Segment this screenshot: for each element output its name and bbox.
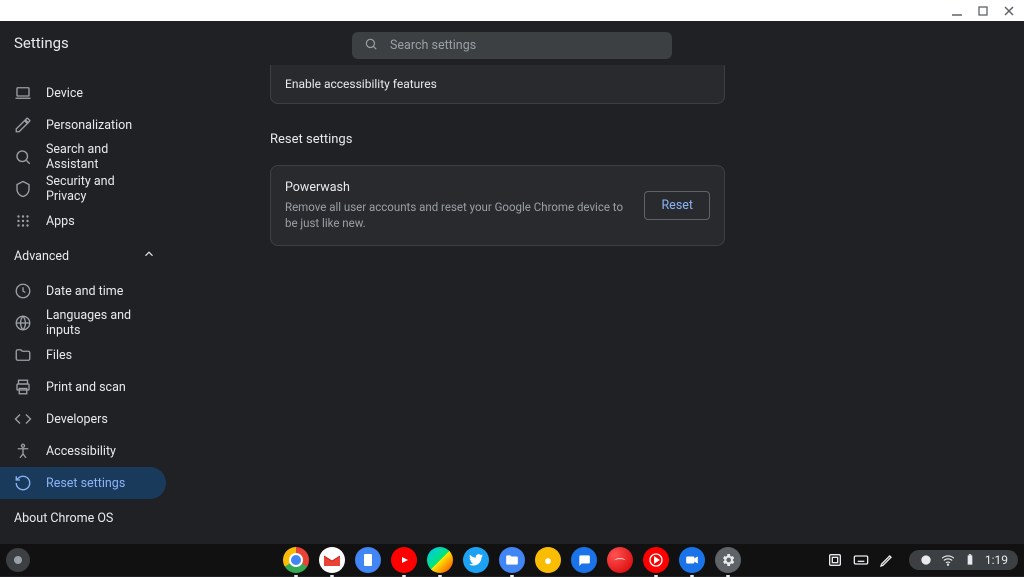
launcher-dot-icon	[14, 556, 22, 564]
sidebar-item-label: Personalization	[46, 118, 132, 133]
sidebar-item-label: Search and Assistant	[46, 142, 152, 172]
sidebar-item-label: Apps	[46, 214, 75, 229]
shelf: 1:19	[0, 544, 1024, 576]
wifi-icon	[941, 553, 955, 567]
sidebar-item-label: Files	[46, 348, 72, 363]
sidebar-item-label: Accessibility	[46, 444, 116, 459]
clock-icon	[14, 282, 32, 300]
sidebar-about-chrome-os[interactable]: About Chrome OS	[0, 499, 170, 538]
accessibility-features-row[interactable]: Enable accessibility features	[270, 65, 725, 104]
battery-icon	[963, 553, 977, 567]
accessibility-row-label: Enable accessibility features	[285, 77, 437, 91]
sidebar-section-label: Advanced	[14, 249, 69, 264]
sidebar-item-label: Date and time	[46, 284, 123, 299]
sidebar-item-security-privacy[interactable]: Security and Privacy	[0, 173, 166, 205]
powerwash-card: Powerwash Remove all user accounts and r…	[270, 165, 725, 246]
notification-icon	[919, 553, 933, 567]
window-close-button[interactable]	[1002, 4, 1016, 18]
sidebar-item-languages[interactable]: Languages and inputs	[0, 307, 166, 339]
search-icon	[364, 36, 378, 55]
powerwash-description: Remove all user accounts and reset your …	[285, 199, 624, 231]
sidebar-item-label: Device	[46, 86, 83, 101]
settings-content: Enable accessibility features Reset sett…	[170, 65, 1024, 544]
sidebar-item-device[interactable]: Device	[0, 77, 166, 109]
window-titlebar	[0, 0, 1024, 21]
app-duo[interactable]	[679, 547, 705, 573]
accessibility-icon	[14, 442, 32, 460]
powerwash-title: Powerwash	[285, 180, 624, 195]
chevron-up-icon	[142, 247, 156, 265]
settings-sidebar: Device Personalization Search and Assist…	[0, 65, 170, 544]
pencil-icon	[14, 116, 32, 134]
clock-text: 1:19	[985, 553, 1008, 567]
page-title: Settings	[14, 34, 69, 52]
code-icon	[14, 410, 32, 428]
shelf-apps	[283, 547, 741, 573]
sidebar-item-label: Languages and inputs	[46, 308, 152, 338]
app-docs[interactable]	[355, 547, 381, 573]
app-settings[interactable]	[715, 547, 741, 573]
reset-button[interactable]: Reset	[644, 191, 710, 220]
globe-icon	[14, 314, 32, 332]
reset-icon	[14, 474, 32, 492]
keyboard-icon[interactable]	[853, 552, 869, 568]
app-youtube[interactable]	[391, 547, 417, 573]
sidebar-item-print-scan[interactable]: Print and scan	[0, 371, 166, 403]
app-messages[interactable]	[571, 547, 597, 573]
app-youtube-music[interactable]	[643, 547, 669, 573]
app-camera[interactable]	[535, 547, 561, 573]
app-chrome[interactable]	[283, 547, 309, 573]
sidebar-item-search-assistant[interactable]: Search and Assistant	[0, 141, 166, 173]
sidebar-item-label: Developers	[46, 412, 108, 427]
section-title-reset: Reset settings	[270, 132, 1004, 147]
system-tray[interactable]: 1:19	[821, 550, 1018, 570]
screenshot-icon[interactable]	[827, 552, 843, 568]
sidebar-item-accessibility[interactable]: Accessibility	[0, 435, 166, 467]
app-twitter[interactable]	[463, 547, 489, 573]
laptop-icon	[14, 84, 32, 102]
search-input[interactable]	[390, 38, 660, 53]
sidebar-item-date-time[interactable]: Date and time	[0, 275, 166, 307]
sidebar-item-label: Security and Privacy	[46, 174, 152, 204]
app-stadia[interactable]	[607, 547, 633, 573]
search-icon	[14, 148, 32, 166]
window-minimize-button[interactable]	[950, 4, 964, 18]
app-gmail[interactable]	[319, 547, 345, 573]
folder-icon	[14, 346, 32, 364]
window-maximize-button[interactable]	[976, 4, 990, 18]
sidebar-advanced-toggle[interactable]: Advanced	[0, 237, 170, 275]
sidebar-item-developers[interactable]: Developers	[0, 403, 166, 435]
app-play-store[interactable]	[427, 547, 453, 573]
apps-grid-icon	[14, 212, 32, 230]
sidebar-item-apps[interactable]: Apps	[0, 205, 166, 237]
sidebar-item-label: Reset settings	[46, 476, 125, 491]
status-area[interactable]: 1:19	[909, 550, 1018, 570]
powerwash-text: Powerwash Remove all user accounts and r…	[285, 180, 624, 231]
launcher-button[interactable]	[6, 548, 30, 572]
sidebar-item-personalization[interactable]: Personalization	[0, 109, 166, 141]
shield-icon	[14, 180, 32, 198]
printer-icon	[14, 378, 32, 396]
stylus-icon[interactable]	[879, 552, 895, 568]
search-box[interactable]	[352, 32, 672, 59]
app-files[interactable]	[499, 547, 525, 573]
sidebar-item-reset-settings[interactable]: Reset settings	[0, 467, 166, 499]
sidebar-item-label: Print and scan	[46, 380, 126, 395]
tray-quick-icons	[821, 552, 901, 568]
sidebar-item-files[interactable]: Files	[0, 339, 166, 371]
